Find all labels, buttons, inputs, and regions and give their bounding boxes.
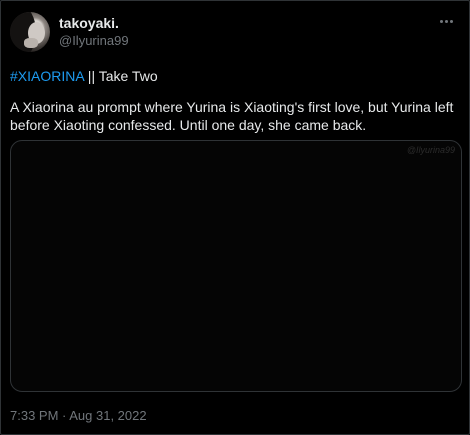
media-image[interactable]: @Ilyurina99: [10, 140, 462, 392]
more-dot: [439, 19, 443, 23]
user-handle[interactable]: @Ilyurina99: [59, 33, 129, 48]
tweet-body: A Xiaorina au prompt where Yurina is Xia…: [10, 99, 454, 133]
avatar[interactable]: [10, 12, 50, 52]
tweet-title-line: #XIAORINA || Take Two: [10, 67, 158, 85]
tweet-card: takoyaki. @Ilyurina99 #XIAORINA || Take …: [0, 0, 470, 435]
more-dot: [449, 19, 453, 23]
more-horizontal-icon[interactable]: [435, 13, 457, 29]
avatar-hand: [24, 38, 38, 48]
media-watermark: @Ilyurina99: [406, 145, 455, 155]
tweet-title-text: || Take Two: [83, 68, 158, 84]
tweet-timestamp[interactable]: 7:33 PM · Aug 31, 2022: [10, 408, 147, 423]
hashtag-link[interactable]: #XIAORINA: [10, 68, 84, 84]
display-name[interactable]: takoyaki.: [59, 15, 119, 31]
more-dot: [444, 19, 448, 23]
